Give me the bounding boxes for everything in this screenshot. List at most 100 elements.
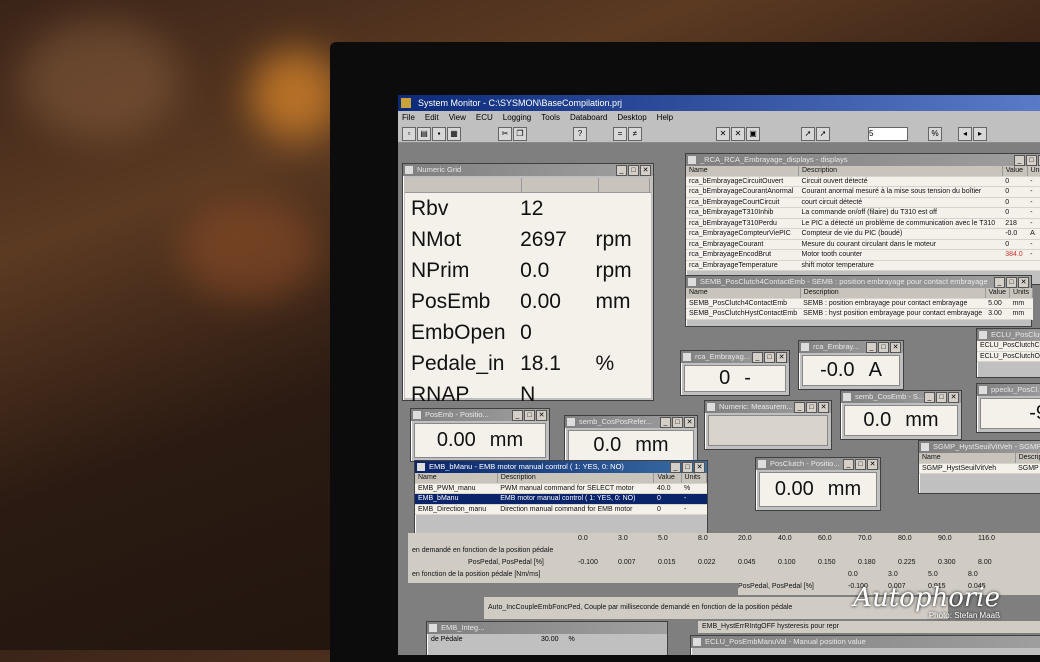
maximize-icon[interactable]: □ <box>806 402 817 413</box>
posemb-window[interactable]: PosEmb - Positio... _ □ ✕ 0.00 mm <box>410 408 550 462</box>
map-cell[interactable]: 0.100 <box>778 557 818 569</box>
map-cell[interactable]: 0.007 <box>618 557 658 569</box>
col-value[interactable]: Value <box>985 288 1011 299</box>
close-icon[interactable]: ✕ <box>948 392 959 403</box>
numeric-grid-window[interactable]: Numeric Grid _ □ ✕ Rbv 12 NMot 2697 rpm NPrim… <box>402 163 654 406</box>
col-value[interactable]: Value <box>1002 166 1028 177</box>
maximize-icon[interactable]: □ <box>524 410 535 421</box>
minimize-icon[interactable]: _ <box>794 402 805 413</box>
close-x-icon[interactable]: ✕ <box>716 127 730 141</box>
col-units[interactable]: Units <box>681 473 708 484</box>
close-icon[interactable]: ✕ <box>867 459 878 470</box>
close-icon[interactable]: ✕ <box>890 342 901 353</box>
equals-icon[interactable]: = <box>613 127 627 141</box>
arrow-right-icon[interactable]: ▸ <box>973 127 987 141</box>
maximize-icon[interactable]: □ <box>936 392 947 403</box>
maximize-icon[interactable]: □ <box>878 342 889 353</box>
map-cell[interactable]: 0.225 <box>898 557 938 569</box>
menu-edit[interactable]: Edit <box>425 111 439 124</box>
col-name[interactable]: Name <box>686 166 799 177</box>
map-cell[interactable]: 0.045 <box>738 557 778 569</box>
maximize-icon[interactable]: □ <box>855 459 866 470</box>
map-cell[interactable]: 8.00 <box>978 557 1018 569</box>
minimize-icon[interactable]: _ <box>660 417 671 428</box>
map-cell[interactable]: 0.300 <box>938 557 978 569</box>
close-icon[interactable]: ✕ <box>776 352 787 363</box>
close-icon[interactable]: ✕ <box>684 417 695 428</box>
col-units[interactable]: Units <box>1009 288 1033 299</box>
print-icon[interactable]: ▦ <box>447 127 461 141</box>
minimize-icon[interactable]: _ <box>616 165 627 176</box>
grid-row[interactable]: NMot 2697 rpm <box>405 224 651 255</box>
col-name[interactable]: Name <box>415 473 498 484</box>
minimize-icon[interactable]: _ <box>924 392 935 403</box>
table-row[interactable]: SEMB_PosClutch4ContactEmb SEMB : position… <box>686 298 1033 309</box>
minimize-icon[interactable]: _ <box>1014 155 1025 166</box>
table-row[interactable]: rca_bEmbrayageCourtCircuit court circuit … <box>686 197 1040 208</box>
map-cell[interactable]: 0.150 <box>818 557 858 569</box>
rca-embray-window[interactable]: rca_Embray... _ □ ✕ -0.0 A <box>798 340 904 390</box>
table-row[interactable]: rca_EmbrayageEncodBrut Motor tooth counte… <box>686 249 1040 261</box>
cursor-icon[interactable]: ➚ <box>816 127 830 141</box>
lock-icon[interactable]: ▣ <box>746 127 760 141</box>
col-description[interactable]: Description <box>800 288 986 299</box>
menu-tools[interactable]: Tools <box>541 111 560 124</box>
ppeclu-window[interactable]: ppeclu_PosCl... -9 <box>976 383 1040 433</box>
rca-embrayage-window[interactable]: rca_Embrayag... _ □ ✕ 0- <box>680 350 790 396</box>
semb-window[interactable]: SEMB_PosClutch4ContactEmb - SEMB : posit… <box>685 275 1033 327</box>
rca-displays-window[interactable]: _RCA_RCA_Embrayage_displays - displays _… <box>685 153 1040 285</box>
table-row[interactable]: rca_EmbrayageCourant Mesure du courant ci… <box>686 239 1040 250</box>
minimize-icon[interactable]: _ <box>752 352 763 363</box>
minimize-icon[interactable]: _ <box>843 459 854 470</box>
maximize-icon[interactable]: □ <box>1026 155 1037 166</box>
close-icon[interactable]: ✕ <box>536 410 547 421</box>
close-icon[interactable]: ✕ <box>818 402 829 413</box>
grid-row[interactable]: Pedale_in 18.1% <box>405 348 651 379</box>
hyst-row[interactable]: EMB_HystErrRIntgOFF hysteresis pour repr <box>698 621 1040 633</box>
grid-row[interactable]: RNAP N <box>405 379 651 410</box>
map-cell[interactable]: -0.100 <box>578 557 618 569</box>
menu-logging[interactable]: Logging <box>503 111 531 124</box>
minimize-icon[interactable]: _ <box>512 410 523 421</box>
integ-value[interactable]: 30.00 <box>541 636 559 643</box>
cursor-icon[interactable]: ➚ <box>801 127 815 141</box>
eclu-window[interactable]: ECLU_PosClutch... ECLU_PosClutchClos ECL… <box>976 328 1040 378</box>
table-row[interactable]: EMB_Direction_manu Direction manual comma… <box>415 504 707 515</box>
menu-ecu[interactable]: ECU <box>476 111 493 124</box>
maximize-icon[interactable]: □ <box>682 462 693 473</box>
arrow-left-icon[interactable]: ◂ <box>958 127 972 141</box>
grid-row[interactable]: Rbv 12 <box>405 193 651 224</box>
semb-cosemb-window[interactable]: semb_CosEmb - S... _ □ ✕ 0.0 mm <box>840 390 962 440</box>
close-x-icon[interactable]: ✕ <box>731 127 745 141</box>
map-cell[interactable]: 0.022 <box>698 557 738 569</box>
col-description[interactable]: Descrip <box>1015 453 1040 464</box>
col-description[interactable]: Description <box>798 166 1003 177</box>
menu-view[interactable]: View <box>449 111 466 124</box>
minimize-icon[interactable]: _ <box>670 462 681 473</box>
col-value[interactable]: Value <box>653 473 682 484</box>
table-row[interactable]: ECLU_PosClutchOpe <box>977 351 1040 362</box>
pos-manu-window[interactable]: ECLU_PosEmbManuVal - Manual position val… <box>690 635 1040 655</box>
table-row-selected[interactable]: EMB_bManu EMB motor manual control ( 1: Y… <box>415 493 707 505</box>
menu-databoard[interactable]: Databoard <box>570 111 607 124</box>
grid-row[interactable]: EmbOpen 0 <box>405 317 651 348</box>
maximize-icon[interactable]: □ <box>1006 277 1017 288</box>
table-row[interactable]: rca_bEmbrayageT310Perdu Le PIC a détecté … <box>686 218 1040 229</box>
col-name[interactable]: Name <box>686 288 801 299</box>
semb-cospos-window[interactable]: semb_CosPosRefer... _ □ ✕ 0.0 mm <box>564 415 698 465</box>
map-cell[interactable]: 0.180 <box>858 557 898 569</box>
cut-icon[interactable]: ✂ <box>498 127 512 141</box>
table-row[interactable]: SGMP_HystSeuilVitVehSGMP : h <box>919 463 1040 474</box>
save-icon[interactable]: ▪ <box>432 127 446 141</box>
table-row[interactable]: SEMB_PosClutchHystContactEmb SEMB : hyst … <box>686 308 1033 320</box>
col-description[interactable]: Description <box>497 473 655 484</box>
maximize-icon[interactable]: □ <box>672 417 683 428</box>
sgmp-window[interactable]: SGMP_HystSeuilVitVeh - SGMP : Name Descri… <box>918 440 1040 494</box>
menu-desktop[interactable]: Desktop <box>617 111 646 124</box>
table-row[interactable]: rca_bEmbrayageCourantAnormal Courant anor… <box>686 186 1040 198</box>
menu-help[interactable]: Help <box>657 111 673 124</box>
emb-manu-window[interactable]: EMB_bManu - EMB motor manual control ( 1… <box>414 460 708 534</box>
close-icon[interactable]: ✕ <box>694 462 705 473</box>
maximize-icon[interactable]: □ <box>764 352 775 363</box>
maximize-icon[interactable]: □ <box>628 165 639 176</box>
